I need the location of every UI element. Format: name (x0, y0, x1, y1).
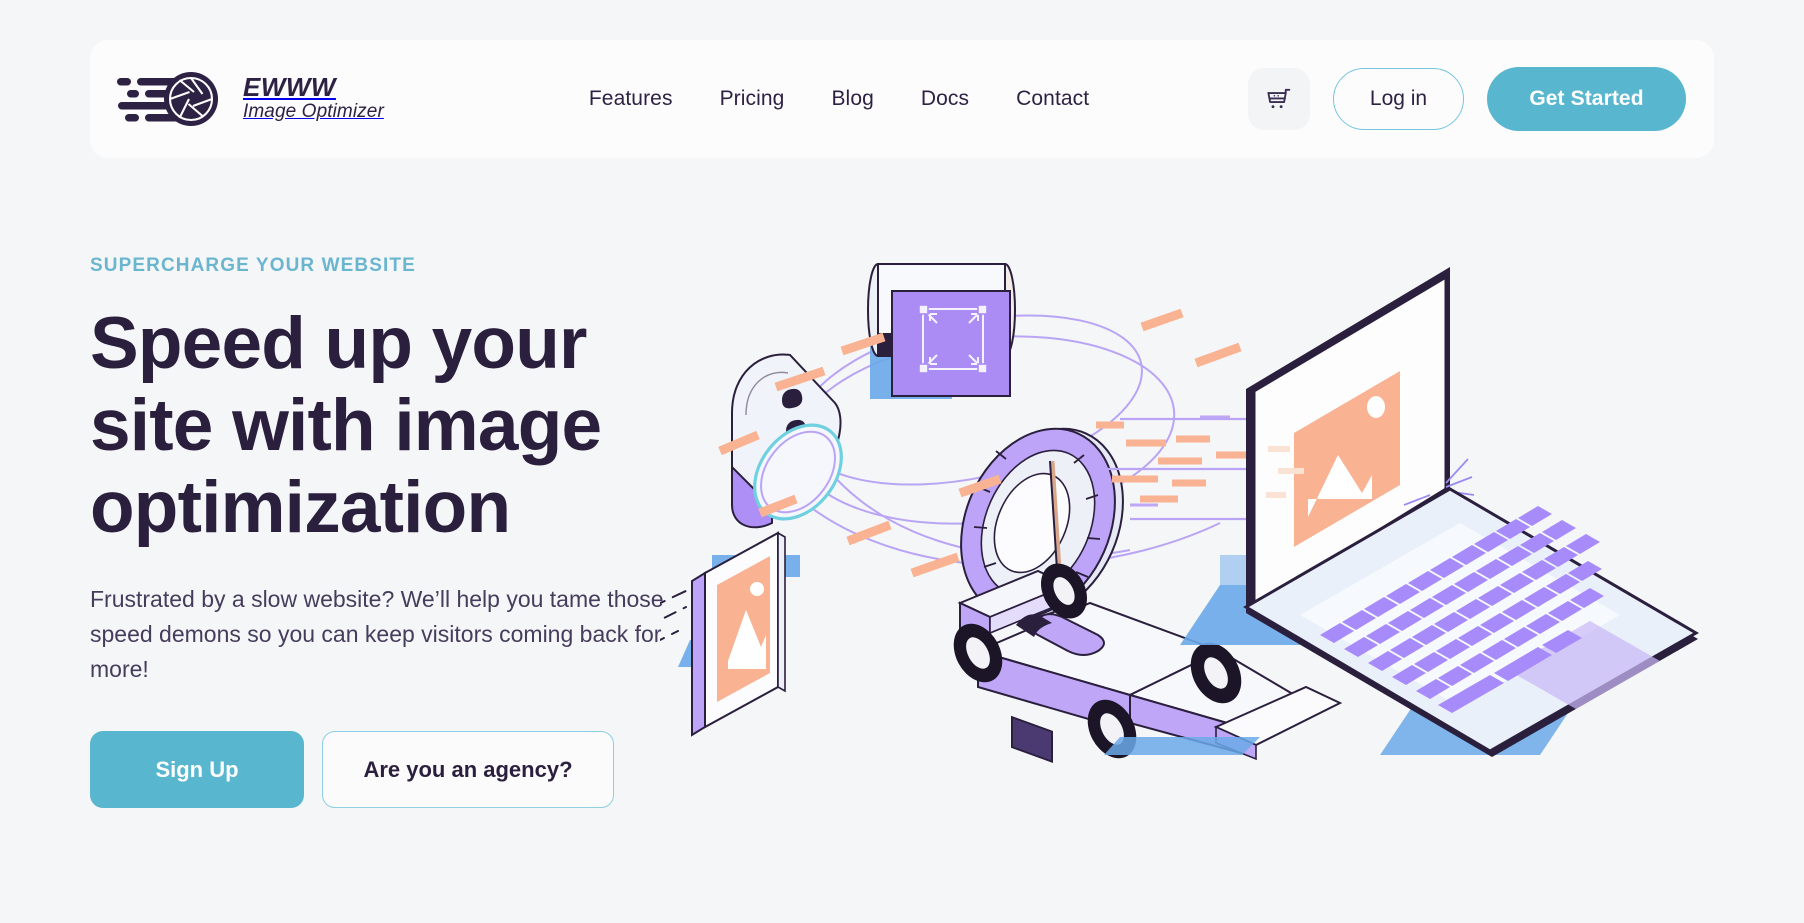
site-header: EWWW Image Optimizer Features Pricing Bl… (90, 40, 1714, 158)
sign-up-button[interactable]: Sign Up (90, 731, 304, 809)
brand-name: EWWW (243, 71, 336, 102)
hero-illustration (660, 255, 1800, 815)
shopping-cart-icon (1267, 88, 1291, 109)
cart-button[interactable] (1248, 68, 1310, 130)
nav-item-contact[interactable]: Contact (1016, 87, 1089, 111)
page-title: Speed up your site with image optimizati… (90, 303, 602, 548)
agency-button[interactable]: Are you an agency? (322, 731, 614, 809)
nav-item-pricing[interactable]: Pricing (720, 87, 785, 111)
get-started-button[interactable]: Get Started (1487, 67, 1686, 131)
nav-item-docs[interactable]: Docs (921, 87, 969, 111)
nav-item-blog[interactable]: Blog (831, 87, 873, 111)
camera-aperture-speed-icon (117, 72, 218, 126)
brand-logo-link[interactable]: EWWW Image Optimizer (117, 71, 384, 127)
page-root: EWWW Image Optimizer Features Pricing Bl… (0, 0, 1804, 923)
isometric-image-optimization-illustration (660, 263, 1699, 764)
hero-subhead: Frustrated by a slow website? We’ll help… (90, 586, 664, 683)
header-actions: Log in Get Started (1248, 67, 1686, 131)
framed-picture (660, 531, 786, 737)
login-button[interactable]: Log in (1333, 68, 1464, 130)
brand-subtitle: Image Optimizer (243, 101, 384, 123)
nav-item-features[interactable]: Features (589, 87, 673, 111)
main-navigation: Features Pricing Blog Docs Contact (589, 87, 1089, 111)
